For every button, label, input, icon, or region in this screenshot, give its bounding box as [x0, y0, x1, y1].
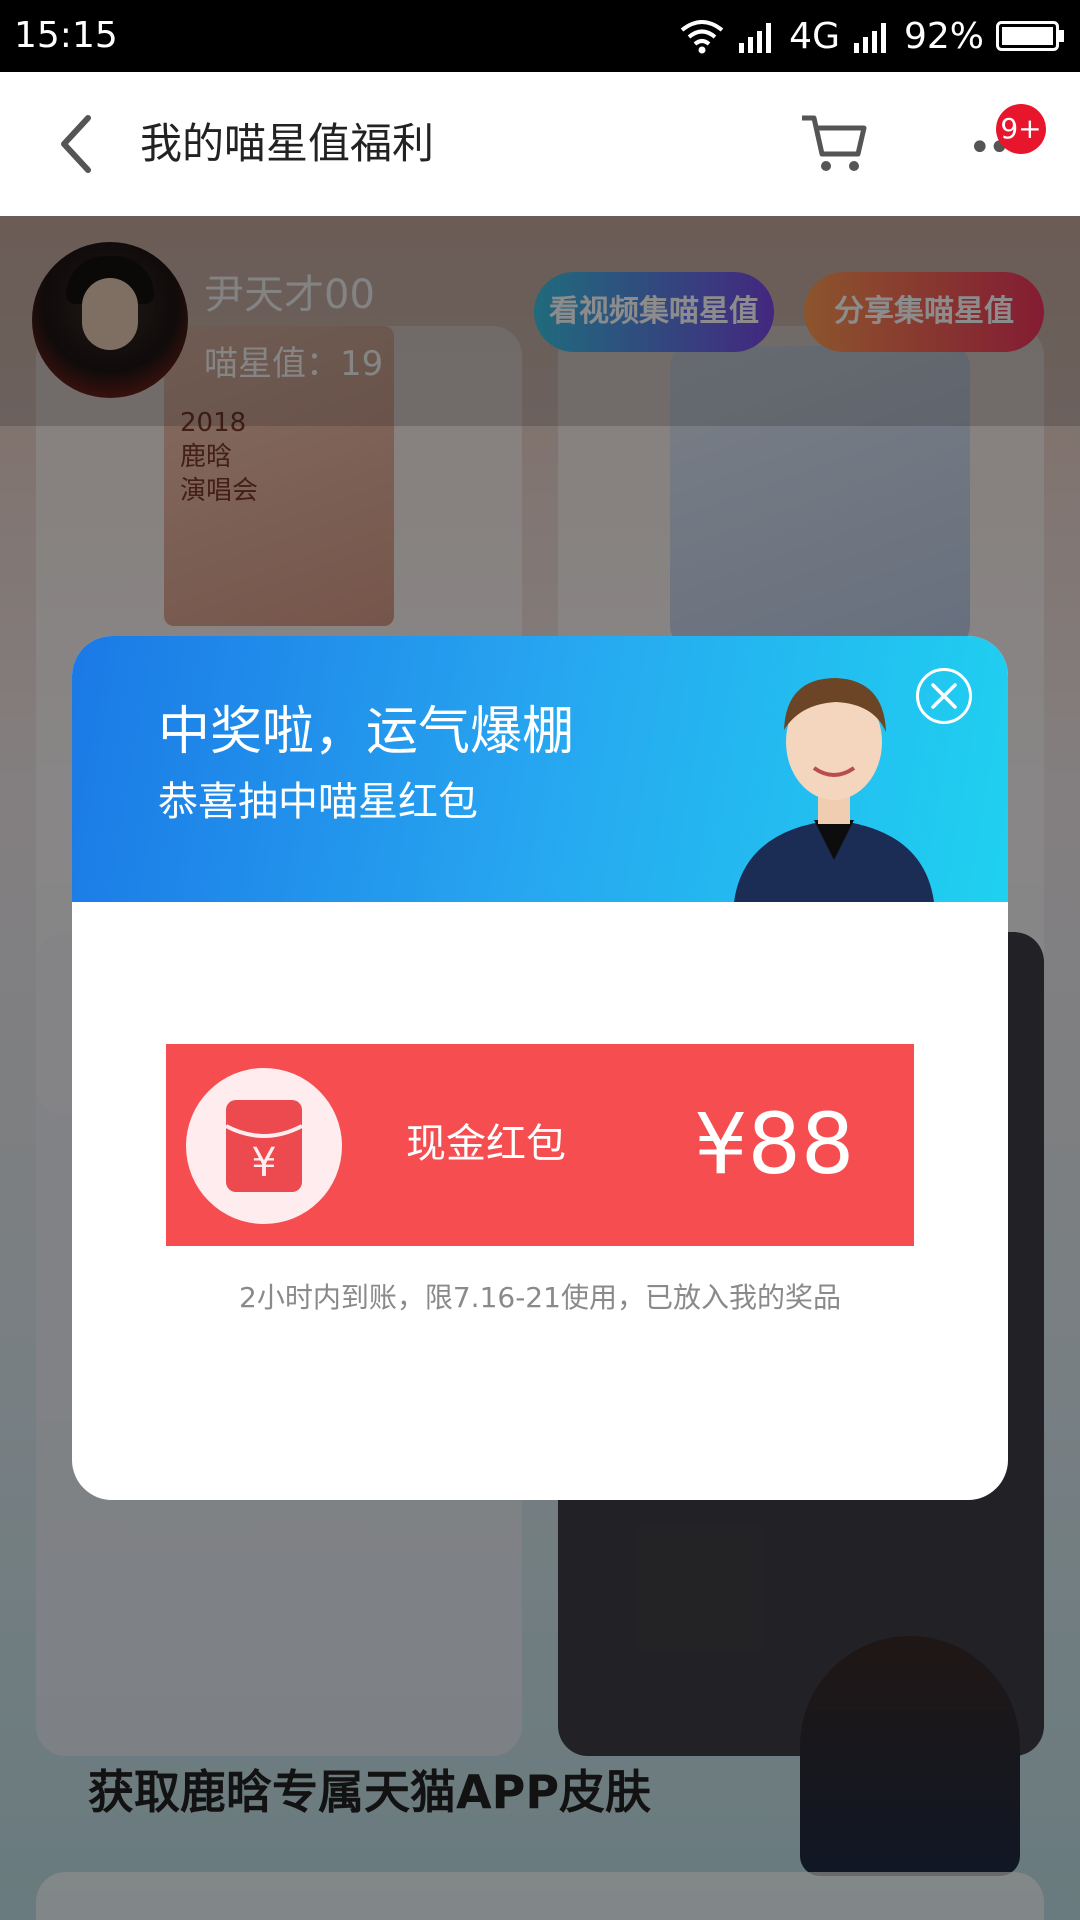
cart-button[interactable]: [798, 108, 870, 180]
signal-icon-2: [853, 23, 886, 53]
prize-amount: ¥88: [694, 1095, 855, 1193]
prize-icon-circle: ¥: [186, 1068, 342, 1224]
modal-banner: 中奖啦，运气爆棚 恭喜抽中喵星红包: [72, 636, 1008, 902]
red-envelope-icon: ¥: [225, 1100, 303, 1192]
prize-modal: 中奖啦，运气爆棚 恭喜抽中喵星红包 ¥ 现金红包 ¥88 2小时内到账，限7.1: [72, 636, 1008, 1500]
back-button[interactable]: [40, 108, 112, 180]
wifi-icon: [680, 20, 724, 54]
close-icon: [931, 683, 957, 709]
battery-percent: 92%: [903, 15, 984, 57]
status-bar: 15:15 4G 92%: [0, 0, 1080, 72]
cart-icon: [802, 115, 867, 171]
prize-label: 现金红包: [406, 1121, 566, 1167]
svg-text:¥: ¥: [251, 1140, 276, 1186]
chevron-left-icon: [61, 115, 91, 173]
network-type: 4G: [789, 15, 840, 57]
notification-badge: 9+: [996, 104, 1046, 154]
more-button[interactable]: ••• 9+: [968, 104, 1046, 168]
status-time: 15:15: [14, 15, 118, 56]
page-title: 我的喵星值福利: [140, 119, 435, 168]
modal-title: 中奖啦，运气爆棚: [158, 702, 575, 762]
signal-icon: [739, 23, 772, 53]
prize-note: 2小时内到账，限7.16-21使用，已放入我的奖品: [239, 1281, 841, 1314]
prize-card[interactable]: ¥ 现金红包 ¥88: [166, 1044, 914, 1246]
battery-icon: [996, 21, 1064, 51]
app-header: 我的喵星值福利 ••• 9+: [0, 72, 1080, 216]
close-button[interactable]: [916, 668, 972, 724]
status-icons: 4G 92%: [679, 14, 1066, 58]
modal-subtitle: 恭喜抽中喵星红包: [158, 779, 478, 825]
